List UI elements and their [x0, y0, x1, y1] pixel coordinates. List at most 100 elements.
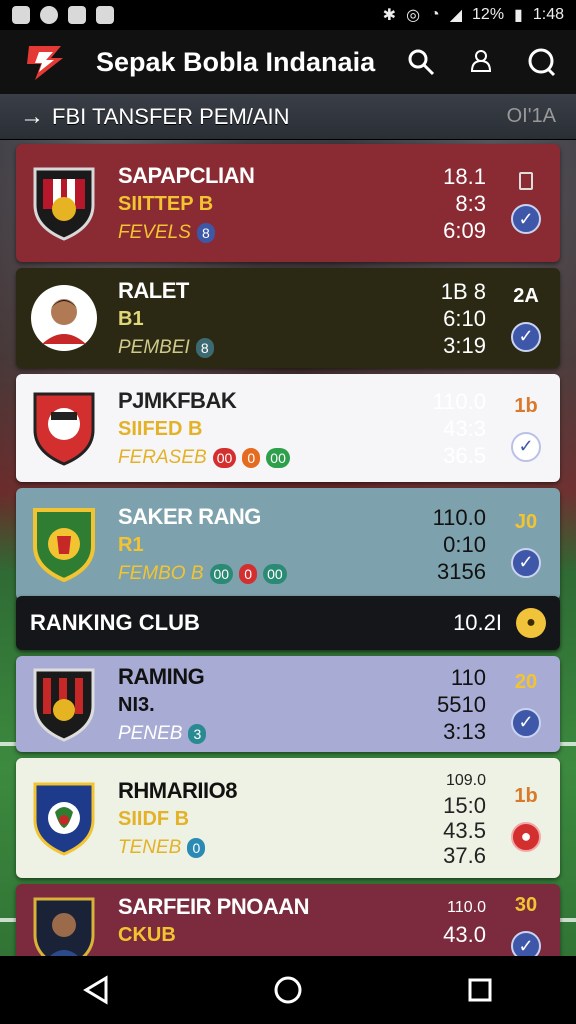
- notification-icon: [96, 6, 114, 24]
- card-badges: 2A ✓: [506, 285, 546, 352]
- card-badges: 30 ✓: [506, 894, 546, 961]
- search-icon[interactable]: [404, 45, 438, 79]
- player-detail: FEVELS 8: [118, 222, 406, 244]
- stat-value: 110: [450, 664, 486, 690]
- system-nav-bar: [0, 956, 576, 1024]
- card-info: RALET B1 PEMBEI 8: [118, 278, 406, 359]
- player-subtitle: CKUB: [118, 924, 176, 946]
- rank-label: 2A: [513, 284, 539, 307]
- stat-value: 8:3: [455, 190, 486, 216]
- ranking-club-header[interactable]: RANKING CLUB 10.2I ●: [16, 596, 560, 650]
- player-name: PJMKFBAK: [118, 387, 237, 413]
- card-stats: 18.1 8:3 6:09: [406, 163, 486, 244]
- card-info: SAPAPCLIAN SIITTEP B FEVELS 8: [118, 163, 406, 244]
- detail-badge: 8: [195, 337, 214, 358]
- ranking-value: 10.2I: [453, 610, 502, 635]
- club-crest-icon: [30, 665, 98, 743]
- app-logo[interactable]: [18, 40, 70, 84]
- notification-icon: [68, 6, 86, 24]
- check-icon[interactable]: ✓: [511, 547, 541, 578]
- transfer-card[interactable]: SAPAPCLIAN SIITTEP B FEVELS 8 18.1 8:3 6:…: [16, 144, 560, 262]
- check-icon[interactable]: ✓: [511, 204, 541, 234]
- rank-label: 1b: [514, 394, 538, 417]
- detail-badge: 0: [239, 563, 258, 584]
- transfer-section-header[interactable]: → FBI TANSFER PEM/AIN OI'1A: [0, 94, 576, 140]
- alarm-icon: ◎: [406, 7, 421, 24]
- appbar-actions: [404, 45, 558, 79]
- stat-value: 43:3: [443, 415, 486, 441]
- stat-value: 6:10: [443, 305, 486, 331]
- club-card[interactable]: RAMING NI3. PENEB 3 110 5510 3:13 20 ✓: [16, 656, 560, 752]
- chat-icon[interactable]: [524, 45, 558, 79]
- face-icon[interactable]: ●: [516, 608, 546, 638]
- stat-value: 37.6: [443, 843, 486, 868]
- stat-value: 36.5: [443, 442, 486, 468]
- alert-icon[interactable]: ●: [511, 821, 541, 852]
- status-bar: ✱ ◎ ◔ ◢ 12% ▮ 1:48: [0, 0, 576, 30]
- club-name: RHMARIIO8: [118, 777, 237, 803]
- rank-label: 20: [514, 670, 538, 693]
- recents-icon[interactable]: [460, 970, 500, 1010]
- detail-text: FEMBO B: [118, 562, 204, 584]
- notification-icons: [12, 6, 114, 24]
- stat-value: 109.0: [445, 772, 486, 789]
- check-icon[interactable]: ✓: [511, 431, 541, 462]
- card-badges: 1b ✓: [506, 395, 546, 462]
- club-subtitle: NI3.: [118, 693, 155, 716]
- player-name: RALET: [118, 277, 189, 303]
- home-icon[interactable]: [268, 970, 308, 1010]
- detail-text: PEMBEI: [118, 336, 190, 358]
- lightning-logo-icon: [27, 46, 63, 80]
- detail-badge: 8: [196, 222, 215, 243]
- card-stats: 110.0 43.0: [406, 894, 486, 948]
- club-crest-icon: [30, 164, 98, 242]
- check-icon[interactable]: ✓: [511, 321, 541, 352]
- card-info: RAMING NI3. PENEB 3: [118, 664, 406, 745]
- player-name: SARFEIR PNOAAN: [118, 894, 310, 919]
- section-title: FBI TANSFER PEM/AIN: [52, 103, 290, 129]
- person-add-icon[interactable]: [464, 45, 498, 79]
- stat-value: 18.1: [443, 163, 486, 189]
- transfer-card[interactable]: PJMKFBAK SIIFED B FERASEB 00 0 00 110.0 43:…: [16, 374, 560, 482]
- bookmark-icon[interactable]: [519, 172, 533, 190]
- wifi-icon: ◔: [430, 6, 440, 23]
- stat-value: 3:13: [443, 718, 486, 744]
- signal-icon: ◢: [449, 7, 463, 24]
- card-stats: 110.0 0:10 3156: [406, 504, 486, 585]
- player-subtitle: SIIFED B: [118, 417, 203, 440]
- stat-value: 1B 8: [440, 278, 486, 304]
- club-crest-icon: [30, 389, 98, 467]
- rank-label: 1b: [514, 784, 538, 807]
- stat-value: 3156: [437, 558, 486, 584]
- detail-badge: 00: [263, 563, 287, 584]
- bluetooth-icon: ✱: [382, 7, 397, 24]
- detail-text: FERASEB: [118, 446, 207, 468]
- stat-value: 43.5: [443, 818, 486, 843]
- player-subtitle: R1: [118, 533, 144, 556]
- check-icon[interactable]: ✓: [511, 707, 541, 738]
- stat-value: 43.0: [443, 922, 486, 947]
- card-stats: 110.0 43:3 36.5: [406, 388, 486, 469]
- detail-badge: 00: [212, 447, 237, 468]
- card-badges: 20 ✓: [506, 671, 546, 738]
- card-stats: 1B 8 6:10 3:19: [406, 278, 486, 359]
- club-card[interactable]: RHMARIIO8 SIIDF B TENEB 0 109.0 15:0 43.5…: [16, 758, 560, 878]
- clock: 1:48: [532, 6, 564, 23]
- club-detail: PENEB 3: [118, 723, 406, 745]
- arrow-right-icon: →: [20, 102, 44, 130]
- transfer-card[interactable]: SAKER RANG R1 FEMBO B 00 0 00 110.0 0:10 31…: [16, 488, 560, 600]
- card-badges: ✓: [506, 172, 546, 234]
- club-name: RAMING: [118, 663, 205, 689]
- detail-text: TENEB: [118, 836, 182, 858]
- transfer-card[interactable]: RALET B1 PEMBEI 8 1B 8 6:10 3:19 2A ✓: [16, 268, 560, 368]
- club-detail: TENEB 0: [118, 837, 406, 859]
- card-badges: 1b ●: [506, 785, 546, 852]
- player-name: SAPAPCLIAN: [118, 162, 255, 188]
- back-icon[interactable]: [76, 970, 116, 1010]
- detail-text: FEVELS: [118, 221, 191, 243]
- stat-value: 110.0: [432, 504, 486, 530]
- player-avatar: [30, 279, 98, 357]
- detail-text: PENEB: [118, 722, 183, 744]
- battery-icon: ▮: [514, 7, 523, 24]
- player-subtitle: B1: [118, 307, 144, 330]
